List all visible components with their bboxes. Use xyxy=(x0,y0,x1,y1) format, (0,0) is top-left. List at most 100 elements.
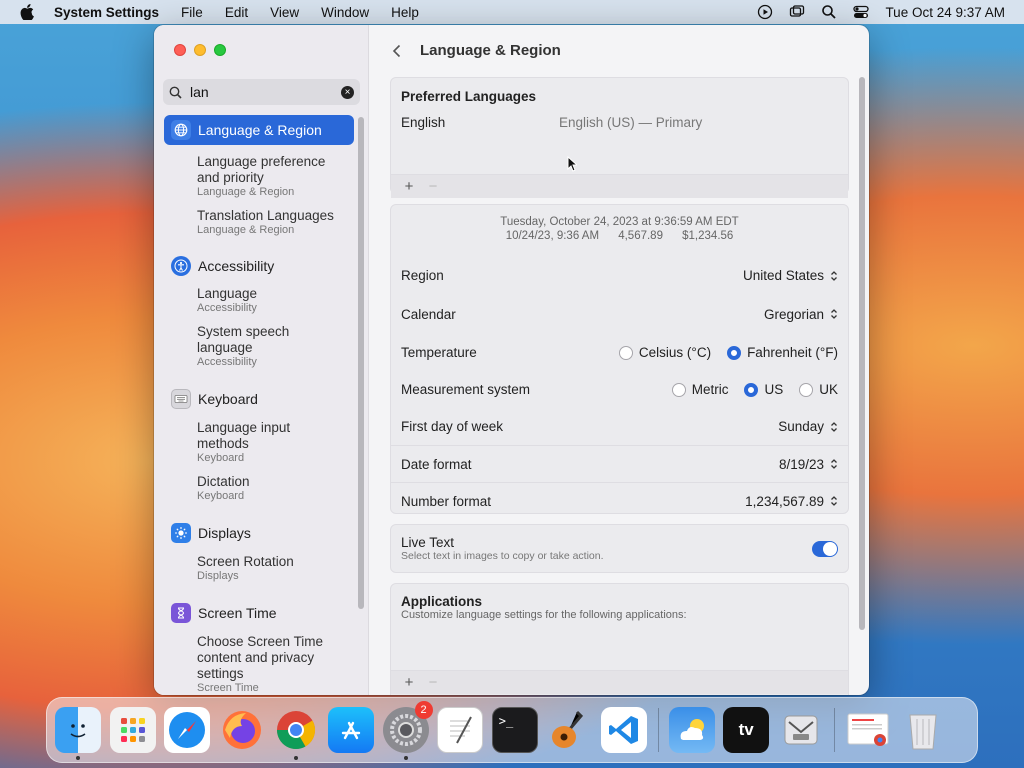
format-preview-line1: Tuesday, October 24, 2023 at 9:36:59 AM … xyxy=(500,216,739,228)
sidebar-item-language-region[interactable]: Language & Region xyxy=(164,115,354,145)
radio-label: Fahrenheit (°F) xyxy=(747,345,838,360)
number-format-select[interactable]: 1,234,567.89 xyxy=(745,494,838,509)
search-result-dictation[interactable]: Dictation Keyboard xyxy=(164,474,354,503)
dock-migration-assistant-icon[interactable] xyxy=(778,707,824,753)
dock-chrome-icon[interactable] xyxy=(273,707,319,760)
add-language-button[interactable]: + xyxy=(397,178,421,195)
region-label: Region xyxy=(401,268,444,283)
dock-system-settings-icon[interactable]: 2 xyxy=(382,701,433,760)
first-day-select[interactable]: Sunday xyxy=(778,419,838,434)
dock-finder-icon[interactable] xyxy=(55,707,101,760)
format-preview: Tuesday, October 24, 2023 at 9:36:59 AM … xyxy=(391,205,848,243)
dock-weather-icon[interactable] xyxy=(668,707,715,753)
search-input[interactable] xyxy=(190,84,330,100)
remove-application-button[interactable]: − xyxy=(421,674,445,691)
up-down-chevron-icon xyxy=(831,496,837,506)
running-indicator xyxy=(76,756,80,760)
date-format-select[interactable]: 8/19/23 xyxy=(779,457,838,472)
region-select[interactable]: United States xyxy=(743,268,838,283)
control-center-icon[interactable] xyxy=(853,4,870,20)
content-scrollbar[interactable] xyxy=(859,77,865,630)
menu-app-name[interactable]: System Settings xyxy=(54,5,159,20)
dock-app-store-icon[interactable] xyxy=(327,707,374,753)
zoom-window-button[interactable] xyxy=(214,44,226,56)
media-play-icon[interactable] xyxy=(757,4,773,20)
sidebar-item-keyboard[interactable]: Keyboard xyxy=(164,384,354,414)
number-format-label: Number format xyxy=(401,493,492,509)
menu-window[interactable]: Window xyxy=(321,5,369,20)
close-window-button[interactable] xyxy=(174,44,186,56)
first-day-row: First day of week Sunday xyxy=(391,408,848,445)
format-preview-line2: 10/24/23, 9:36 AM 4,567.89 $1,234.56 xyxy=(505,230,734,242)
us-radio[interactable]: US xyxy=(744,382,783,397)
temperature-row: Temperature Celsius (°C) Fahrenheit (°F) xyxy=(391,334,848,371)
search-result-language-preference[interactable]: Language preference and priority Languag… xyxy=(164,154,354,199)
result-title: Language input methods xyxy=(197,420,291,451)
date-format-label: Date format xyxy=(401,456,472,472)
clear-search-icon[interactable]: × xyxy=(341,85,354,99)
menu-edit[interactable]: Edit xyxy=(225,5,248,20)
up-down-chevron-icon xyxy=(831,459,837,469)
search-result-screen-rotation[interactable]: Screen Rotation Displays xyxy=(164,554,354,583)
search-result-accessibility-language[interactable]: Language Accessibility xyxy=(164,286,354,315)
result-section: Displays xyxy=(197,570,239,582)
celsius-radio[interactable]: Celsius (°C) xyxy=(618,345,711,360)
hourglass-icon xyxy=(171,603,191,623)
radio-label: UK xyxy=(819,382,838,397)
dock-firefox-icon[interactable] xyxy=(219,707,265,753)
back-chevron-icon[interactable] xyxy=(390,44,404,58)
dock-documents-stack-icon[interactable] xyxy=(845,707,891,753)
window-controls xyxy=(174,44,226,56)
search-result-input-methods[interactable]: Language input methods Keyboard xyxy=(164,420,354,465)
menu-file[interactable]: File xyxy=(181,5,203,20)
settings-window: × Language & Region Language preference … xyxy=(154,25,869,695)
content-pane: Language & Region Preferred Languages En… xyxy=(370,25,869,695)
preferred-languages-card: Preferred Languages English English (US)… xyxy=(390,77,849,198)
dock-textedit-icon[interactable] xyxy=(437,707,484,753)
fahrenheit-radio[interactable]: Fahrenheit (°F) xyxy=(727,345,838,360)
menu-help[interactable]: Help xyxy=(391,5,419,20)
uk-radio[interactable]: UK xyxy=(799,382,838,397)
search-result-system-speech-language[interactable]: System speech language Accessibility xyxy=(164,324,354,369)
spotlight-search-icon[interactable] xyxy=(821,4,837,20)
region-value: United States xyxy=(742,268,824,283)
metric-radio[interactable]: Metric xyxy=(671,382,728,397)
radio-dot xyxy=(799,382,814,397)
dock-tv-icon[interactable]: tv xyxy=(723,707,770,753)
search-result-translation-languages[interactable]: Translation Languages Language & Region xyxy=(164,208,354,237)
result-section: Language & Region xyxy=(197,186,295,198)
minimize-window-button[interactable] xyxy=(194,44,206,56)
dock-safari-icon[interactable] xyxy=(164,707,211,753)
calendar-select[interactable]: Gregorian xyxy=(764,307,838,322)
sidebar-item-displays[interactable]: Displays xyxy=(164,518,354,548)
dock-trash-icon[interactable] xyxy=(900,707,946,753)
remove-language-button[interactable]: − xyxy=(421,178,445,195)
calendar-value: Gregorian xyxy=(763,306,824,322)
live-text-description: Select text in images to copy or take ac… xyxy=(401,550,604,562)
dock-launchpad-icon[interactable] xyxy=(109,707,156,753)
sidebar-item-label: Language & Region xyxy=(198,122,322,138)
dock-vscode-icon[interactable] xyxy=(600,707,647,753)
result-title: Screen Rotation xyxy=(197,554,294,569)
screen-mirroring-icon[interactable] xyxy=(789,4,805,20)
dock-terminal-icon[interactable]: >_ xyxy=(491,707,538,753)
language-row-english[interactable]: English English (US) — Primary xyxy=(391,115,848,139)
terminal-prompt-label: >_ xyxy=(498,714,514,728)
preferred-languages-toolbar: + − xyxy=(391,174,848,198)
sidebar-search: × xyxy=(163,79,360,105)
add-application-button[interactable]: + xyxy=(397,674,421,691)
dock-garageband-icon[interactable] xyxy=(546,707,592,753)
search-result-screen-time-content[interactable]: Choose Screen Time content and privacy s… xyxy=(164,634,354,695)
search-icon xyxy=(169,86,182,99)
temperature-label: Temperature xyxy=(401,345,477,360)
sidebar-item-label: Accessibility xyxy=(198,258,275,274)
menu-view[interactable]: View xyxy=(270,5,299,20)
live-text-toggle[interactable] xyxy=(812,540,838,557)
page-title: Language & Region xyxy=(420,42,561,59)
menu-clock[interactable]: Tue Oct 24 9:37 AM xyxy=(885,5,1005,20)
apple-logo-icon[interactable] xyxy=(20,4,34,20)
menu-bar: System Settings File Edit View Window He… xyxy=(0,0,1024,24)
sidebar-item-screen-time[interactable]: Screen Time xyxy=(164,598,354,628)
sidebar-item-accessibility[interactable]: Accessibility xyxy=(164,251,354,281)
sidebar-scrollbar[interactable] xyxy=(358,117,364,609)
